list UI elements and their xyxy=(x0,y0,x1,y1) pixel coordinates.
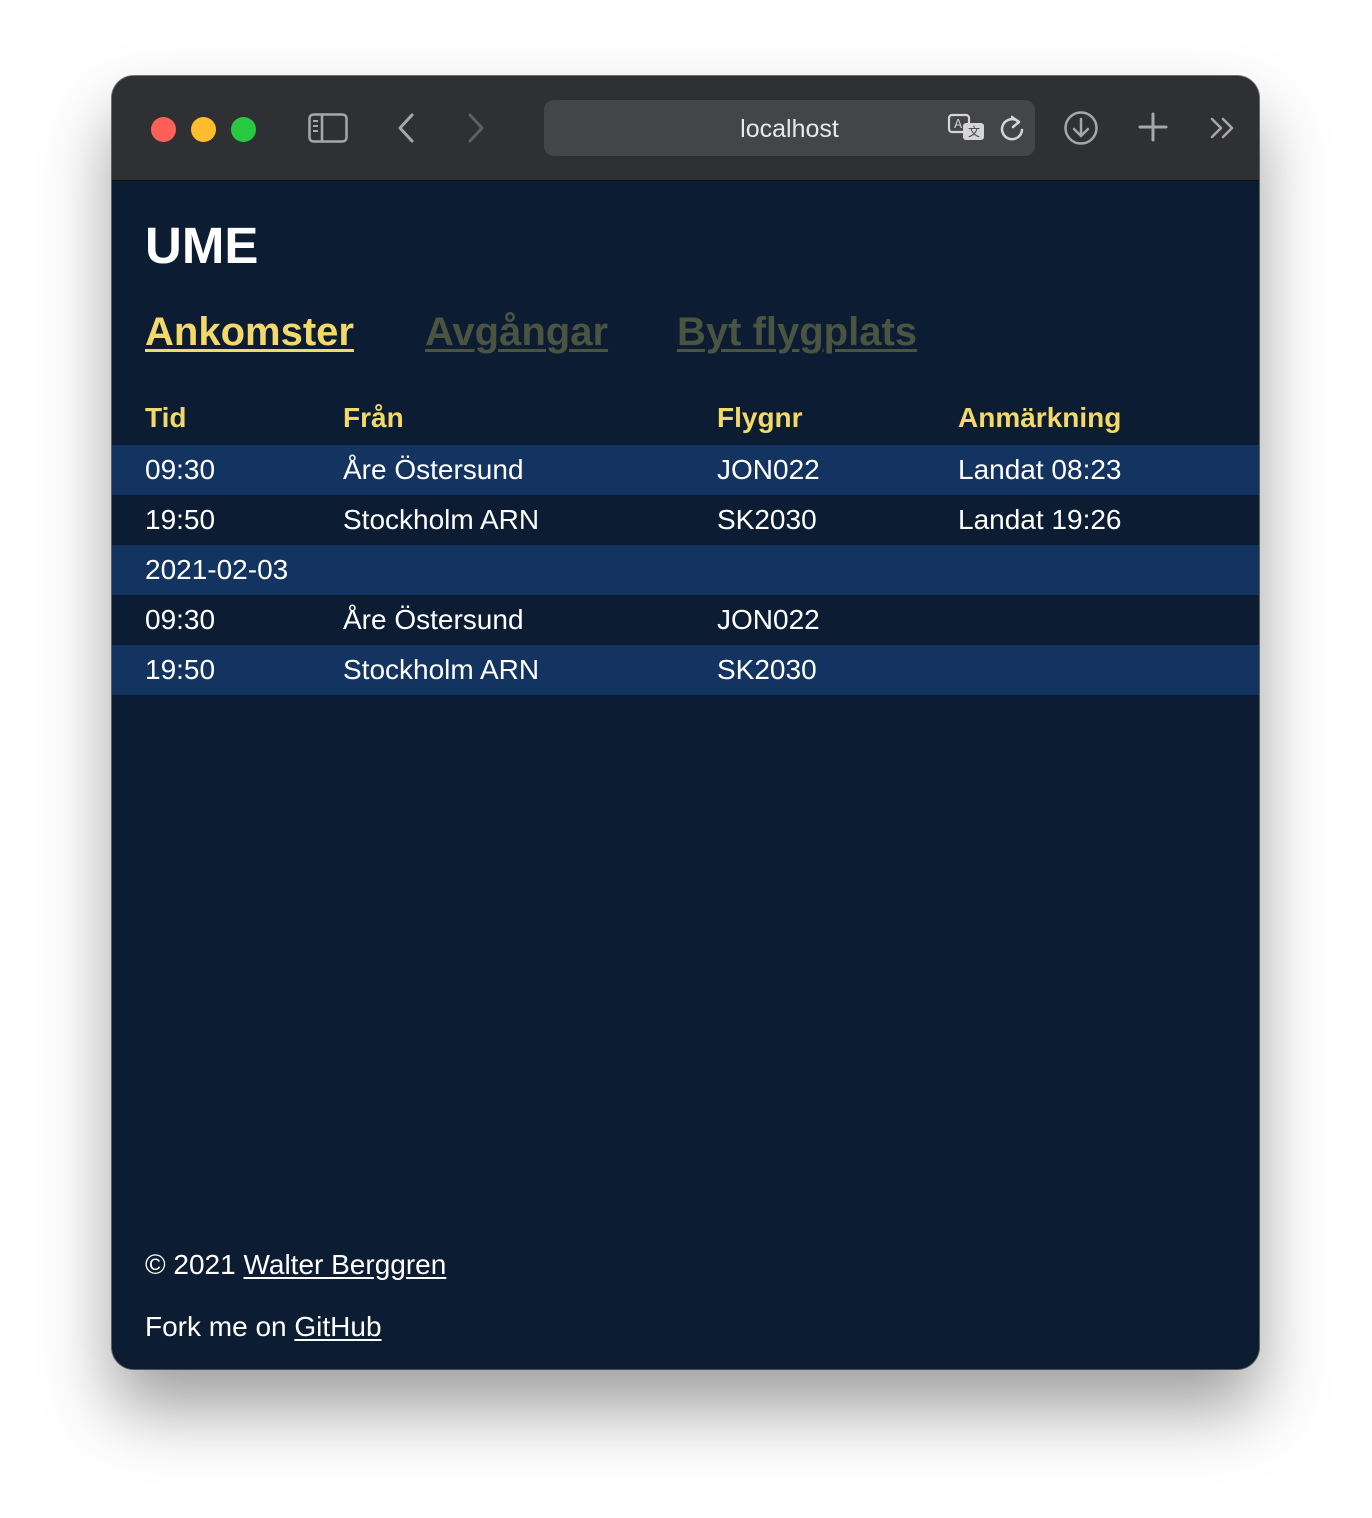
svg-text:文: 文 xyxy=(968,124,980,139)
cell-time: 09:30 xyxy=(145,454,216,485)
sidebar-icon[interactable] xyxy=(306,110,350,146)
cell-flight-number: SK2030 xyxy=(717,654,817,685)
cell-remark: Landat 08:23 xyxy=(958,454,1122,485)
cell-from: Åre Östersund xyxy=(343,454,524,485)
copyright-text: © 2021 xyxy=(145,1249,236,1280)
zoom-window-button[interactable] xyxy=(231,117,256,142)
cell-flight-number: JON022 xyxy=(717,604,820,635)
translate-icon[interactable]: A 文 xyxy=(946,111,988,145)
table-row: 09:30 Åre Östersund JON022 xyxy=(112,595,1259,645)
cell-time: 19:50 xyxy=(145,504,216,535)
cell-remark: Landat 19:26 xyxy=(958,504,1122,535)
column-header-time: Tid xyxy=(145,402,187,433)
download-icon[interactable] xyxy=(1062,109,1100,147)
cell-from: Stockholm ARN xyxy=(343,654,540,685)
table-row: 09:30 Åre Östersund JON022 Landat 08:23 xyxy=(112,445,1259,495)
page-content: UME Ankomster Avgångar Byt flygplats Tid… xyxy=(112,181,1259,1369)
column-header-remark: Anmärkning xyxy=(958,402,1122,433)
browser-toolbar: localhost A 文 xyxy=(112,76,1259,181)
arrivals-table: Tid Från Flygnr Anmärkning 09:30 Åre Öst… xyxy=(112,391,1259,695)
svg-text:A: A xyxy=(954,117,963,131)
forward-icon[interactable] xyxy=(462,110,490,146)
cell-time: 19:50 xyxy=(145,654,216,685)
browser-window: localhost A 文 UME Ankomster Avgångar Byt… xyxy=(112,76,1259,1369)
cell-from: Åre Östersund xyxy=(343,604,524,635)
cell-flight-number: SK2030 xyxy=(717,504,817,535)
nav-departures-link[interactable]: Avgångar xyxy=(425,307,608,357)
table-row: 19:50 Stockholm ARN SK2030 Landat 19:26 xyxy=(112,495,1259,545)
column-header-flight-number: Flygnr xyxy=(717,402,803,433)
nav-arrivals-link[interactable]: Ankomster xyxy=(145,307,354,357)
cell-from: Stockholm ARN xyxy=(343,504,540,535)
table-date-row: 2021-02-03 xyxy=(112,545,1259,595)
reload-icon[interactable] xyxy=(996,112,1028,144)
table-header-row: Tid Från Flygnr Anmärkning xyxy=(112,391,1259,445)
author-link[interactable]: Walter Berggren xyxy=(243,1249,446,1280)
footer-copyright: © 2021 Walter Berggren xyxy=(145,1247,446,1283)
cell-time: 09:30 xyxy=(145,604,216,635)
github-link[interactable]: GitHub xyxy=(294,1311,381,1342)
page-title: UME xyxy=(145,217,259,274)
fork-text: Fork me on xyxy=(145,1311,287,1342)
back-icon[interactable] xyxy=(392,110,420,146)
close-window-button[interactable] xyxy=(151,117,176,142)
footer-fork: Fork me on GitHub xyxy=(145,1309,382,1345)
more-icon[interactable] xyxy=(1206,112,1240,144)
table-row: 19:50 Stockholm ARN SK2030 xyxy=(112,645,1259,695)
cell-date: 2021-02-03 xyxy=(145,554,289,585)
nav-change-airport-link[interactable]: Byt flygplats xyxy=(677,307,917,357)
minimize-window-button[interactable] xyxy=(191,117,216,142)
address-bar[interactable]: localhost A 文 xyxy=(544,100,1035,156)
cell-flight-number: JON022 xyxy=(717,454,820,485)
new-tab-icon[interactable] xyxy=(1136,110,1170,144)
column-header-from: Från xyxy=(343,402,404,433)
